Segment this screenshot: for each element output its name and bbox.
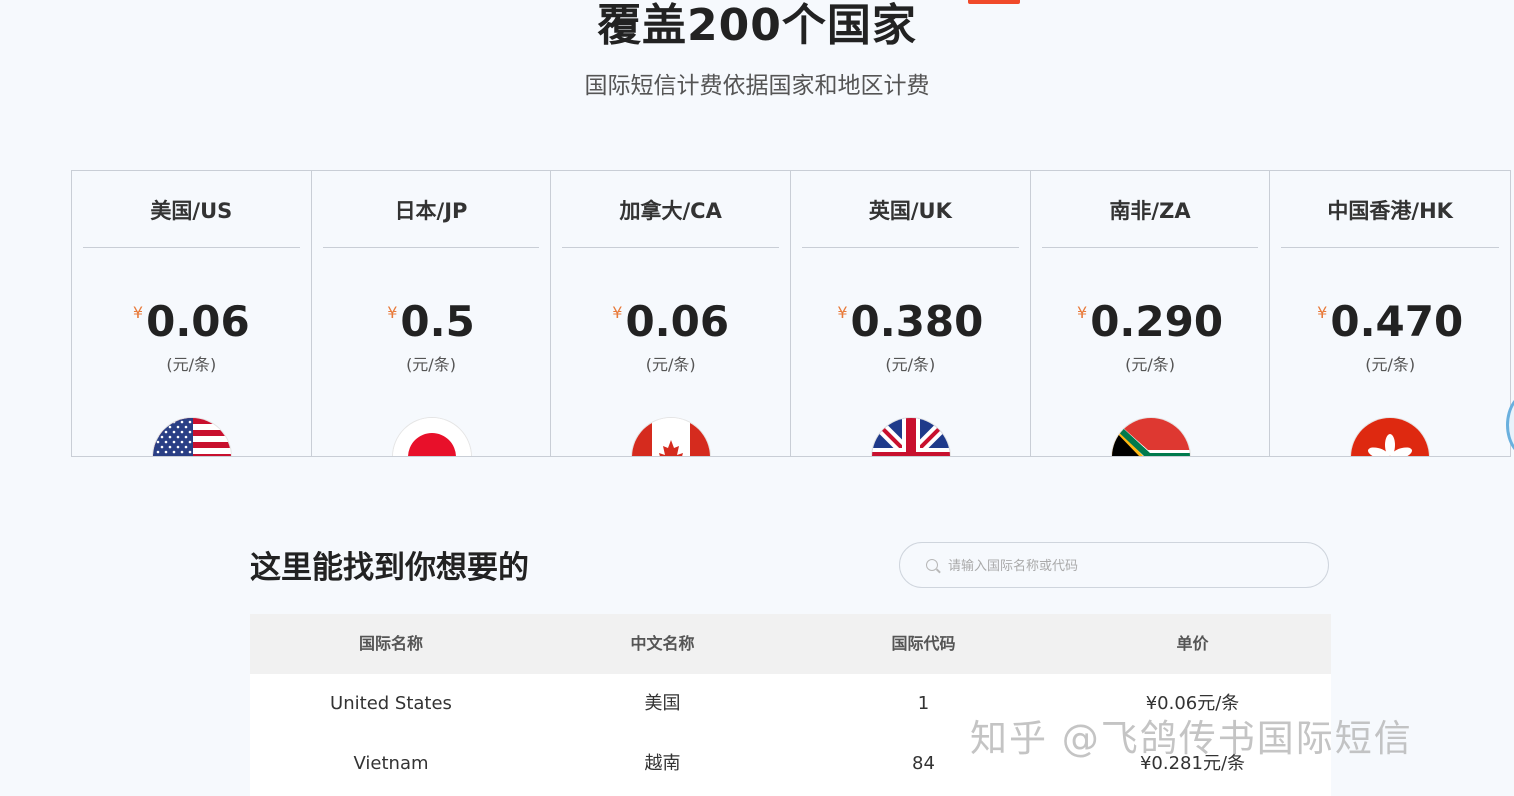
cell-intl-name: Vietnam bbox=[353, 753, 429, 774]
price-value: 0.380 bbox=[850, 297, 984, 346]
price-unit: (元/条) bbox=[406, 355, 456, 374]
currency-symbol: ¥ bbox=[612, 303, 623, 322]
country-card-uk[interactable]: 英国/UK ¥0.380 (元/条) bbox=[791, 171, 1031, 456]
country-card-name: 日本/JP bbox=[394, 199, 468, 223]
us-flag-icon bbox=[152, 417, 232, 456]
country-card-za[interactable]: 南非/ZA ¥0.290 (元/条) bbox=[1031, 171, 1271, 456]
card-divider bbox=[1041, 247, 1259, 248]
card-divider bbox=[83, 247, 300, 248]
country-card-hk[interactable]: 中国香港/HK ¥0.470 (元/条) bbox=[1270, 171, 1510, 456]
country-card-name: 美国/US bbox=[150, 199, 233, 223]
card-divider bbox=[562, 247, 780, 248]
country-card-price: ¥0.470 bbox=[1270, 299, 1510, 345]
cell-cn-name: 美国 bbox=[644, 693, 681, 714]
hk-flag-icon bbox=[1350, 417, 1431, 456]
table-header: 国际名称 中文名称 国际代码 单价 bbox=[250, 614, 1331, 674]
card-divider bbox=[322, 247, 540, 248]
ca-flag-icon bbox=[631, 417, 712, 456]
search-box[interactable] bbox=[899, 542, 1329, 588]
country-card-price: ¥0.5 bbox=[312, 299, 551, 345]
currency-symbol: ¥ bbox=[1317, 303, 1328, 322]
search-section-title: 这里能找到你想要的 bbox=[250, 550, 529, 586]
country-card-name: 英国/UK bbox=[868, 199, 952, 223]
search-icon bbox=[926, 559, 938, 571]
page-title: 覆盖200个国家 bbox=[597, 0, 917, 51]
price-table: 国际名称 中文名称 国际代码 单价 United States 美国 1 ¥0.… bbox=[250, 614, 1331, 796]
country-card-name: 中国香港/HK bbox=[1327, 199, 1453, 223]
country-card-us[interactable]: 美国/US ¥0.06 (元/条) bbox=[72, 171, 312, 456]
price-value: 0.06 bbox=[146, 297, 250, 346]
currency-symbol: ¥ bbox=[132, 303, 144, 322]
column-header-cn-name: 中文名称 bbox=[630, 634, 695, 653]
price-value: 0.470 bbox=[1330, 297, 1464, 346]
jp-flag-icon bbox=[391, 417, 472, 456]
country-price-cards: 美国/US ¥0.06 (元/条) 日本/JP ¥0.5 (元/条) 加拿大/C… bbox=[71, 170, 1511, 457]
country-card-ca[interactable]: 加拿大/CA ¥0.06 (元/条) bbox=[551, 171, 792, 456]
price-value: 0.5 bbox=[400, 297, 475, 346]
column-header-price: 单价 bbox=[1176, 634, 1209, 653]
country-card-name: 加拿大/CA bbox=[619, 199, 722, 223]
price-unit: (元/条) bbox=[885, 355, 936, 374]
price-unit: (元/条) bbox=[1365, 355, 1416, 374]
watermark: 知乎 @飞鸽传书国际短信 bbox=[970, 717, 1413, 760]
country-card-price: ¥0.06 bbox=[551, 299, 790, 345]
cell-intl-name: United States bbox=[330, 693, 452, 714]
price-unit: (元/条) bbox=[1125, 355, 1175, 374]
uk-flag-icon bbox=[871, 417, 952, 456]
column-header-code: 国际代码 bbox=[891, 634, 956, 653]
card-divider bbox=[1281, 247, 1500, 248]
country-card-price: ¥0.380 bbox=[791, 299, 1030, 345]
cell-cn-name: 越南 bbox=[644, 753, 681, 774]
currency-symbol: ¥ bbox=[1077, 303, 1088, 322]
search-input[interactable] bbox=[946, 553, 1310, 579]
country-card-price: ¥0.290 bbox=[1031, 299, 1270, 345]
currency-symbol: ¥ bbox=[387, 303, 398, 322]
country-card-name: 南非/ZA bbox=[1109, 199, 1191, 223]
price-value: 0.290 bbox=[1090, 297, 1224, 346]
card-divider bbox=[802, 247, 1019, 248]
page-subtitle: 国际短信计费依据国家和地区计费 bbox=[584, 73, 930, 99]
country-card-price: ¥0.06 bbox=[72, 299, 311, 345]
price-value: 0.06 bbox=[625, 297, 730, 346]
country-card-jp[interactable]: 日本/JP ¥0.5 (元/条) bbox=[312, 171, 552, 456]
price-unit: (元/条) bbox=[166, 355, 217, 374]
price-unit: (元/条) bbox=[645, 355, 696, 374]
za-flag-icon bbox=[1110, 417, 1191, 456]
column-header-intl-name: 国际名称 bbox=[358, 634, 423, 653]
currency-symbol: ¥ bbox=[837, 303, 848, 322]
